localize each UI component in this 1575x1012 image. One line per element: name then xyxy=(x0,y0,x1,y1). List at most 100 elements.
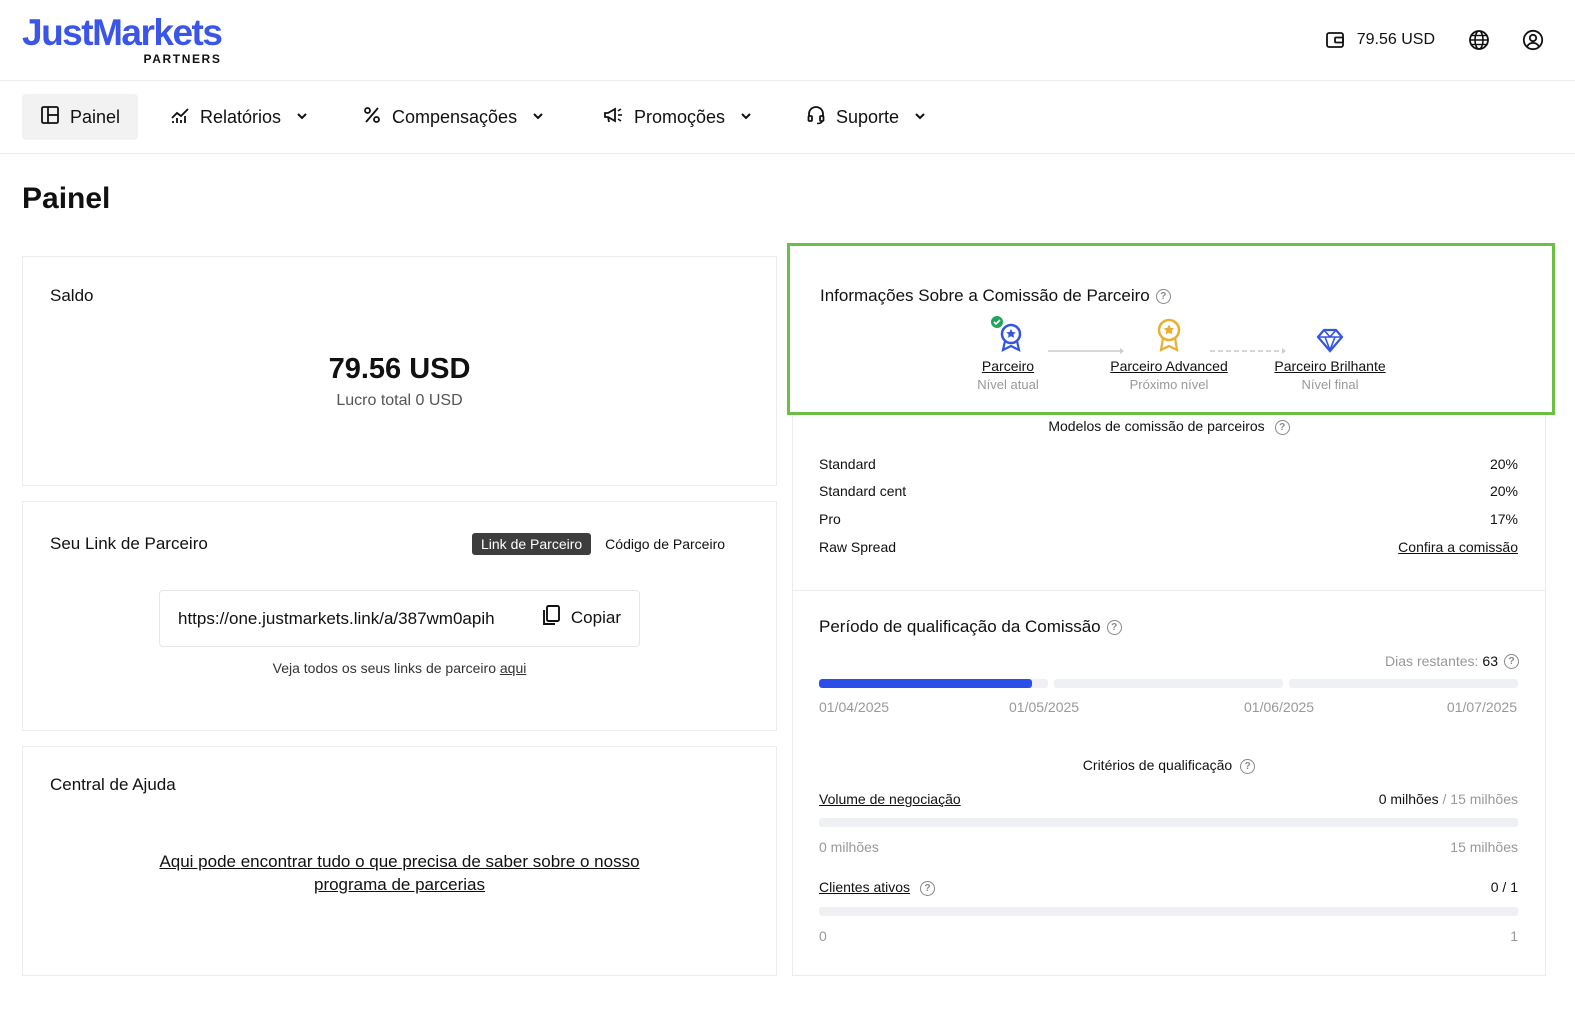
level-parceiro-brilhante[interactable]: Parceiro Brilhante Nível final xyxy=(1255,316,1405,392)
clients-max: 1 xyxy=(1510,928,1518,944)
qualification-card: Período de qualificação da Comissão? Dia… xyxy=(792,590,1546,976)
criteria-clients: Clientes ativos? 0 / 1 xyxy=(819,879,1518,896)
model-name: Raw Spread xyxy=(819,539,897,555)
qualification-title: Período de qualificação da Comissão? xyxy=(819,617,1122,637)
volume-target: / 15 milhões xyxy=(1442,791,1518,807)
qualification-title-text: Período de qualificação da Comissão xyxy=(819,617,1101,636)
clients-label-wrap: Clientes ativos? xyxy=(819,879,936,896)
volume-value: 0 milhões / 15 milhões xyxy=(1379,791,1518,807)
volume-min: 0 milhões xyxy=(819,839,879,855)
criteria-title: Critérios de qualificação? xyxy=(793,757,1545,774)
nav-item-promocoes[interactable]: Promoções xyxy=(584,94,771,140)
help-icon[interactable]: ? xyxy=(1274,419,1290,435)
clients-value: 0 / 1 xyxy=(1490,879,1518,895)
logo-sub: PARTNERS xyxy=(143,52,222,66)
progress-segment xyxy=(819,679,1048,688)
period-date: 01/05/2025 xyxy=(1009,699,1080,715)
help-icon[interactable]: ? xyxy=(920,880,936,896)
wallet-icon xyxy=(1323,28,1347,52)
dashboard-icon xyxy=(40,105,60,130)
chevron-down-icon xyxy=(295,107,309,128)
user-account-icon[interactable] xyxy=(1521,28,1545,52)
diamond-icon xyxy=(1255,316,1405,354)
nav-label: Painel xyxy=(70,106,121,127)
nav-item-suporte[interactable]: Suporte xyxy=(788,94,945,140)
note-text: Veja todos os seus links de parceiro xyxy=(272,660,496,676)
progress-fill xyxy=(819,679,1032,688)
header-balance[interactable]: 79.56 USD xyxy=(1323,28,1435,52)
partner-link-title: Seu Link de Parceiro xyxy=(50,534,208,553)
days-value: 63 xyxy=(1482,653,1498,669)
commission-levels-panel: Informações Sobre a Comissão de Parceiro… xyxy=(787,243,1555,415)
nav-label: Compensações xyxy=(392,106,518,127)
check-commission-link[interactable]: Confira a comissão xyxy=(1398,539,1518,555)
level-desc: Nível final xyxy=(1301,377,1359,392)
balance-card: Saldo 79.56 USD Lucro total 0 USD xyxy=(22,256,777,486)
clients-label[interactable]: Clientes ativos xyxy=(819,879,910,895)
period-date: 01/07/2025 xyxy=(1446,699,1517,715)
help-line-2: programa de parcerias xyxy=(313,875,486,894)
criteria-volume: Volume de negociação 0 milhões / 15 milh… xyxy=(819,791,1518,807)
page-title: Painel xyxy=(22,182,111,215)
volume-label[interactable]: Volume de negociação xyxy=(819,791,961,807)
model-row: Standard 20% xyxy=(819,456,1518,472)
help-icon[interactable]: ? xyxy=(1504,653,1519,669)
nav-label: Relatórios xyxy=(200,106,282,127)
level-desc: Próximo nível xyxy=(1129,377,1209,392)
period-progress-bar xyxy=(819,679,1518,688)
days-label: Dias restantes: xyxy=(1385,653,1479,669)
partner-link-box[interactable]: https://one.justmarkets.link/a/387wm0api… xyxy=(159,590,640,647)
nav-item-compensacoes[interactable]: Compensações xyxy=(344,94,563,140)
nav-item-relatorios[interactable]: Relatórios xyxy=(152,94,327,140)
volume-progress-bar xyxy=(819,818,1518,827)
copy-icon xyxy=(541,604,561,631)
percent-icon xyxy=(362,105,382,130)
help-center-card: Central de Ajuda Aqui pode encontrar tud… xyxy=(22,746,777,976)
copy-button[interactable]: Copiar xyxy=(541,604,621,631)
main-nav: Painel Relatórios Compensações Promoções… xyxy=(0,81,1575,154)
total-profit: Lucro total 0 USD xyxy=(336,392,463,409)
model-name: Pro xyxy=(819,511,841,527)
chart-icon xyxy=(170,105,190,130)
level-desc: Nível atual xyxy=(977,377,1039,392)
commission-title: Informações Sobre a Comissão de Parceiro… xyxy=(820,286,1171,306)
level-name: Parceiro Brilhante xyxy=(1274,358,1386,374)
model-value: 17% xyxy=(1489,511,1518,527)
partner-link-url[interactable]: https://one.justmarkets.link/a/387wm0api… xyxy=(178,609,495,629)
tab-partner-link[interactable]: Link de Parceiro xyxy=(472,533,592,555)
volume-current: 0 milhões xyxy=(1378,791,1439,807)
models-title-text: Modelos de comissão de parceiros xyxy=(1048,418,1265,434)
model-row: Pro 17% xyxy=(819,511,1518,527)
progress-segment xyxy=(1289,679,1518,688)
nav-item-painel[interactable]: Painel xyxy=(22,94,139,140)
commission-title-text: Informações Sobre a Comissão de Parceiro xyxy=(820,286,1150,305)
megaphone-icon xyxy=(602,105,624,130)
model-value: 20% xyxy=(1489,456,1518,472)
tab-partner-code[interactable]: Código de Parceiro xyxy=(605,536,725,552)
criteria-title-text: Critérios de qualificação xyxy=(1082,757,1233,773)
logo[interactable]: JustMarkets PARTNERS xyxy=(22,12,223,66)
model-value: 20% xyxy=(1489,483,1518,499)
clients-min: 0 xyxy=(819,928,827,944)
copy-label: Copiar xyxy=(570,607,621,627)
chevron-down-icon xyxy=(739,107,753,128)
help-icon[interactable]: ? xyxy=(1106,620,1122,636)
globe-icon[interactable] xyxy=(1467,28,1491,52)
volume-max: 15 milhões xyxy=(1450,839,1518,855)
help-icon[interactable]: ? xyxy=(1155,289,1171,305)
logo-brand: JustMarkets xyxy=(22,12,223,53)
help-center-link[interactable]: Aqui pode encontrar tudo o que precisa d… xyxy=(23,850,776,896)
model-row: Standard cent 20% xyxy=(819,483,1518,499)
model-name: Standard cent xyxy=(819,483,907,499)
levels-track: Parceiro Nível atual Parceiro Advanced P… xyxy=(790,316,1552,406)
help-icon[interactable]: ? xyxy=(1240,758,1256,774)
partner-links-note: Veja todos os seus links de parceiro aqu… xyxy=(23,660,776,676)
progress-segment xyxy=(1054,679,1283,688)
chevron-down-icon xyxy=(531,107,545,128)
period-date: 01/04/2025 xyxy=(819,699,890,715)
period-date: 01/06/2025 xyxy=(1244,699,1315,715)
help-center-title: Central de Ajuda xyxy=(50,775,176,794)
chevron-down-icon xyxy=(913,107,927,128)
all-links-link[interactable]: aqui xyxy=(500,660,526,676)
link-type-toggle: Link de Parceiro Código de Parceiro xyxy=(472,533,725,555)
